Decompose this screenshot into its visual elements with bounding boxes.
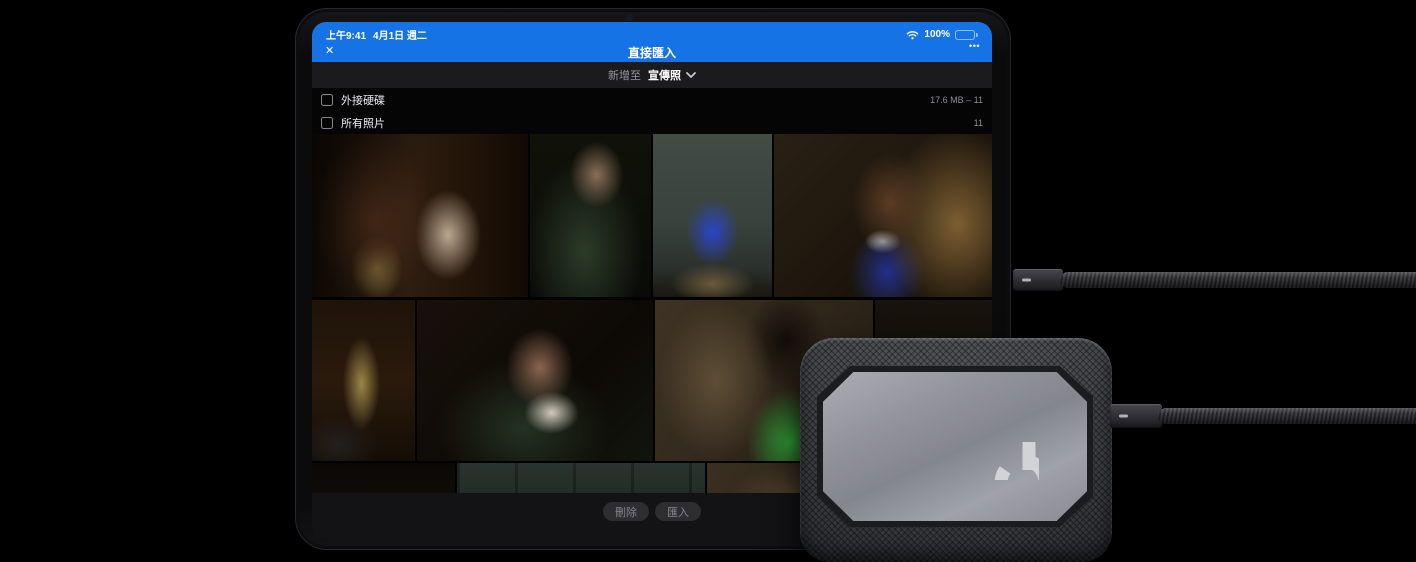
ipad-cable-connector	[1013, 269, 1063, 291]
battery-icon	[955, 30, 978, 40]
time-label: 上午9:41	[326, 27, 366, 42]
photo-thumbnail-r2p2[interactable]	[417, 300, 653, 461]
add-to-bar: 新增至 宣傳照	[312, 62, 992, 88]
import-button[interactable]: 匯入	[655, 502, 701, 521]
album-selector[interactable]: 宣傳照	[648, 67, 696, 83]
ssd-cable-connector	[1110, 404, 1162, 428]
photo-thumbnail-r1p4[interactable]	[774, 134, 992, 297]
photo-thumbnail-r2p1[interactable]	[312, 300, 415, 461]
album-name: 宣傳照	[648, 67, 681, 83]
connector-logo	[1119, 415, 1128, 418]
delete-button[interactable]: 刪除	[603, 502, 649, 521]
date-label: 4月1日 週二	[373, 27, 427, 42]
photo-thumbnail-r1p1[interactable]	[312, 134, 528, 297]
chevron-down-icon	[686, 72, 696, 78]
source-label: 外接硬碟	[341, 92, 922, 108]
photo-thumbnail-r1p2[interactable]	[530, 134, 651, 297]
connector-logo	[1022, 279, 1031, 282]
more-button[interactable]: •••	[969, 41, 980, 51]
checkbox-icon[interactable]	[321, 94, 333, 106]
g-logo-icon	[975, 416, 1039, 480]
source-list: 外接硬碟 17.6 MB – 11 所有照片 11	[312, 88, 992, 134]
status-bar: 上午9:41 4月1日 週二 100%	[312, 22, 992, 44]
nav-bar: ✕ 直接匯入 •••	[312, 42, 992, 62]
header-bar: 上午9:41 4月1日 週二 100%	[312, 22, 992, 62]
page-title: 直接匯入	[312, 44, 992, 61]
ssd-usb-cable	[1158, 408, 1416, 424]
source-row-all-photos[interactable]: 所有照片 11	[312, 111, 992, 134]
ssd-device	[800, 338, 1112, 562]
wifi-icon	[906, 30, 919, 40]
photo-thumbnail-r1p3[interactable]	[653, 134, 772, 297]
source-detail: 17.6 MB – 11	[930, 95, 983, 105]
battery-percent: 100%	[924, 29, 950, 40]
ssd-plate	[823, 372, 1087, 521]
checkbox-icon[interactable]	[321, 117, 333, 129]
front-camera	[627, 15, 632, 20]
source-row-external-drive[interactable]: 外接硬碟 17.6 MB – 11	[312, 88, 992, 111]
ipad-usb-cable	[1060, 272, 1416, 288]
source-label: 所有照片	[341, 115, 966, 131]
source-detail: 11	[974, 118, 983, 128]
add-to-label: 新增至	[608, 67, 641, 83]
